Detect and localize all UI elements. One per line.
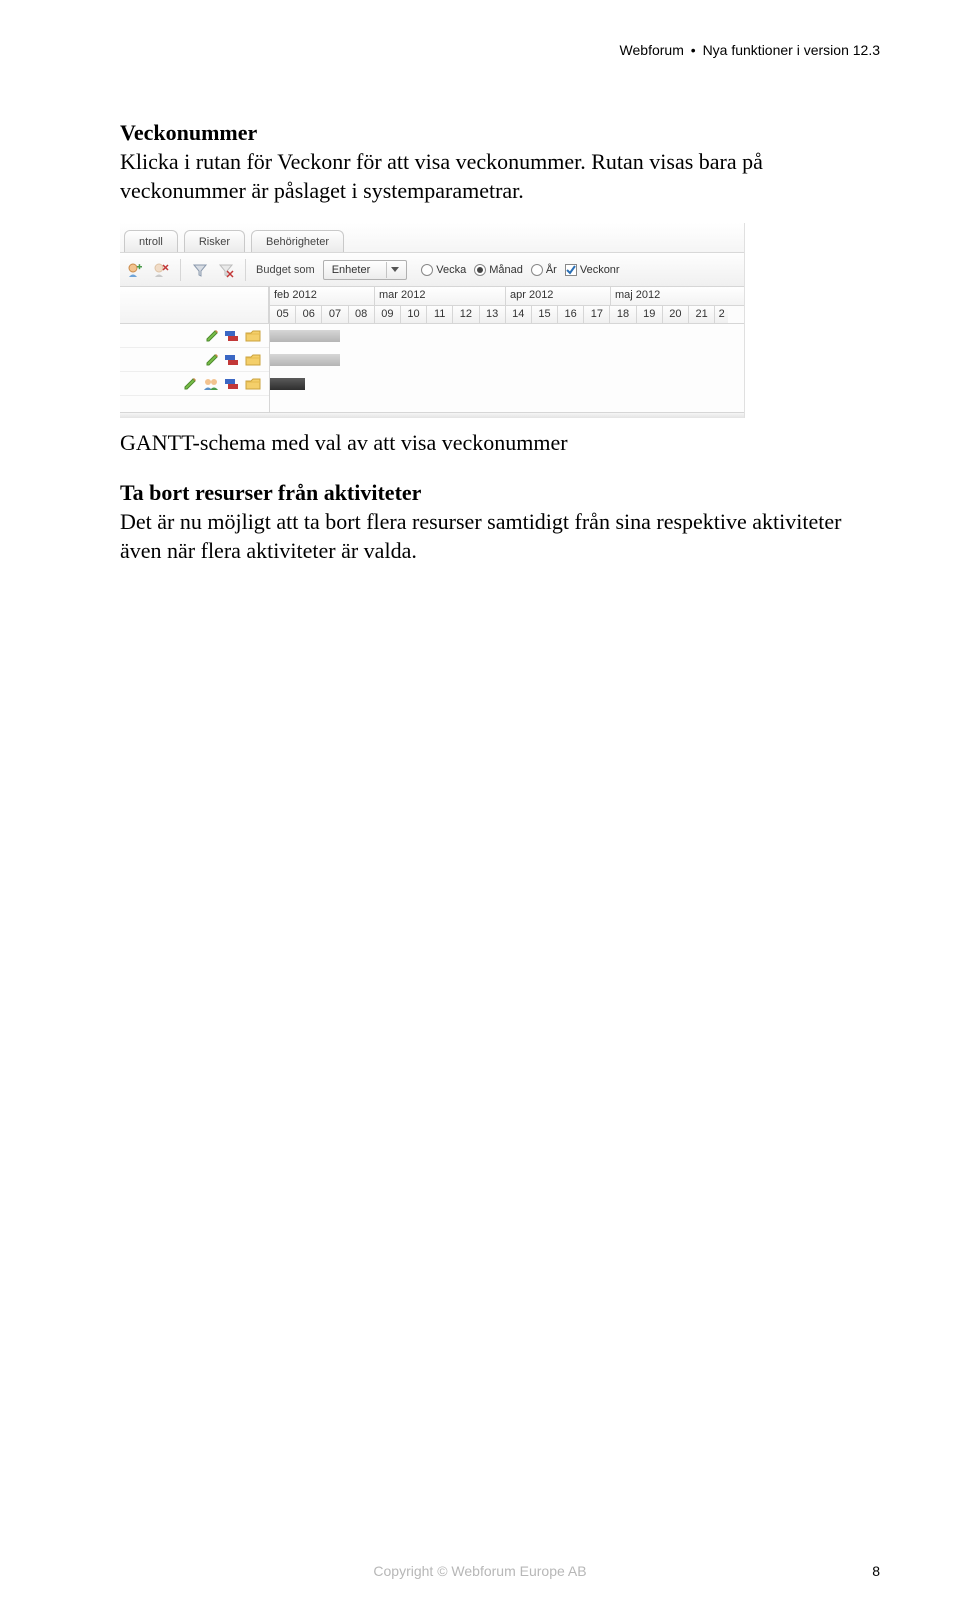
- page-header: Webforum • Nya funktioner i version 12.3: [620, 42, 880, 58]
- chevron-down-icon: [386, 262, 402, 278]
- header-doc-title: Nya funktioner i version 12.3: [703, 42, 880, 58]
- tags-icon[interactable]: [225, 331, 239, 341]
- checkbox-label: Veckonr: [580, 264, 620, 276]
- folder-icon[interactable]: [245, 353, 261, 367]
- week-cell: 05: [269, 306, 295, 323]
- radio-icon: [531, 264, 543, 276]
- radio-icon: [421, 264, 433, 276]
- tab-label: ntroll: [139, 236, 163, 248]
- month-cell: feb 2012: [269, 287, 374, 305]
- weeks-row: 05 06 07 08 09 10 11 12 13 14 15 16 17 1…: [269, 305, 744, 323]
- gantt-row: [120, 324, 269, 348]
- budget-dropdown[interactable]: Enheter: [323, 260, 408, 280]
- gantt-chart-area[interactable]: [270, 324, 744, 412]
- funnel-icon[interactable]: [191, 261, 209, 279]
- week-cell: 09: [374, 306, 400, 323]
- pencil-icon[interactable]: [205, 353, 219, 367]
- gantt-screenshot: ntroll Risker Behörigheter Budget som En…: [120, 223, 745, 418]
- screenshot-caption: GANTT-schema med val av att visa veckonu…: [120, 430, 880, 456]
- week-cell: 14: [505, 306, 531, 323]
- radio-vecka[interactable]: Vecka: [421, 264, 466, 276]
- radio-ar[interactable]: År: [531, 264, 557, 276]
- user-plus-icon[interactable]: [126, 261, 144, 279]
- month-cell: apr 2012: [505, 287, 610, 305]
- page-number: 8: [872, 1563, 880, 1579]
- week-cell: 17: [583, 306, 609, 323]
- week-cell: 20: [662, 306, 688, 323]
- checkbox-icon: [565, 264, 577, 276]
- radio-label: Månad: [489, 264, 523, 276]
- week-cell: 13: [479, 306, 505, 323]
- week-cell: 2: [714, 306, 728, 323]
- separator: [245, 259, 246, 281]
- week-cell: 06: [295, 306, 321, 323]
- tab-label: Behörigheter: [266, 236, 329, 248]
- budget-label: Budget som: [256, 264, 315, 276]
- section2-heading: Ta bort resurser från aktiviteter: [120, 480, 880, 506]
- dropdown-value: Enheter: [328, 264, 387, 276]
- tab-bar: ntroll Risker Behörigheter: [120, 223, 744, 253]
- tab-behorigheter[interactable]: Behörigheter: [251, 230, 344, 252]
- gantt-row: [120, 372, 269, 396]
- user-remove-icon[interactable]: [152, 261, 170, 279]
- week-cell: 21: [688, 306, 714, 323]
- radio-label: År: [546, 264, 557, 276]
- funnel-remove-icon[interactable]: [217, 261, 235, 279]
- week-cell: 08: [348, 306, 374, 323]
- week-cell: 15: [531, 306, 557, 323]
- week-cell: 10: [400, 306, 426, 323]
- section1-heading: Veckonummer: [120, 120, 880, 146]
- month-cell: mar 2012: [374, 287, 505, 305]
- row-icon-column: [120, 324, 270, 412]
- tab-label: Risker: [199, 236, 230, 248]
- week-cell: 18: [609, 306, 635, 323]
- radio-label: Vecka: [436, 264, 466, 276]
- separator: [180, 259, 181, 281]
- checkbox-veckonr[interactable]: Veckonr: [565, 264, 620, 276]
- tab-risker[interactable]: Risker: [184, 230, 245, 252]
- week-cell: 19: [636, 306, 662, 323]
- tags-icon[interactable]: [225, 379, 239, 389]
- bullet-icon: •: [688, 42, 699, 58]
- week-cell: 11: [426, 306, 452, 323]
- week-cell: 07: [321, 306, 347, 323]
- pencil-icon[interactable]: [205, 329, 219, 343]
- timeline-header: feb 2012 mar 2012 apr 2012 maj 2012 05 0…: [120, 287, 744, 324]
- section1-body: Klicka i rutan för Veckonr för att visa …: [120, 148, 880, 205]
- month-cell: maj 2012: [610, 287, 744, 305]
- gantt-bar[interactable]: [270, 330, 340, 342]
- people-icon[interactable]: [203, 377, 219, 391]
- header-brand: Webforum: [620, 42, 684, 58]
- folder-icon[interactable]: [245, 377, 261, 391]
- week-cell: 12: [452, 306, 478, 323]
- section2-body: Det är nu möjligt att ta bort flera resu…: [120, 508, 880, 565]
- gantt-bar[interactable]: [270, 354, 340, 366]
- tab-kontroll[interactable]: ntroll: [124, 230, 178, 252]
- months-row: feb 2012 mar 2012 apr 2012 maj 2012: [269, 287, 744, 305]
- footer-copyright: Copyright © Webforum Europe AB: [0, 1563, 960, 1579]
- gantt-bar[interactable]: [270, 378, 305, 390]
- week-cell: 16: [557, 306, 583, 323]
- toolbar: Budget som Enheter Vecka Månad År: [120, 253, 744, 287]
- gantt-row: [120, 348, 269, 372]
- tags-icon[interactable]: [225, 355, 239, 365]
- radio-icon: [474, 264, 486, 276]
- folder-icon[interactable]: [245, 329, 261, 343]
- gantt-grid: [120, 324, 744, 412]
- pencil-icon[interactable]: [183, 377, 197, 391]
- scrollbar[interactable]: [120, 412, 744, 418]
- radio-manad[interactable]: Månad: [474, 264, 523, 276]
